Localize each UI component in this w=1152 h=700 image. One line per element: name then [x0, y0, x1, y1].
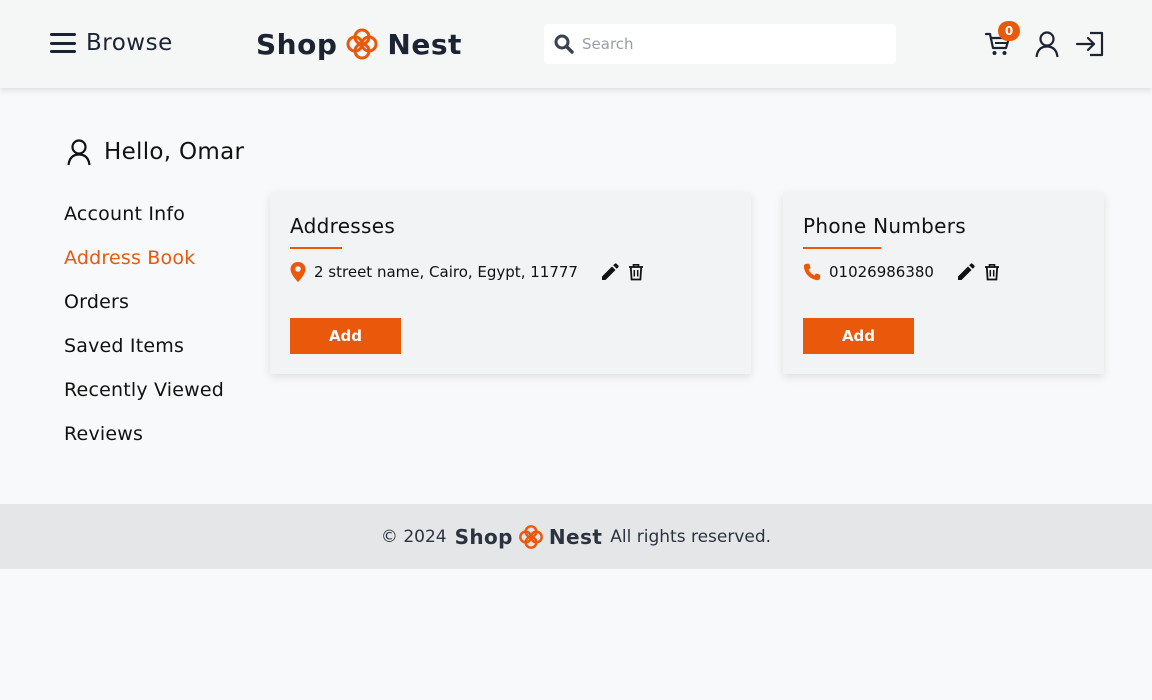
browse-label: Browse — [86, 30, 173, 56]
user-icon — [67, 139, 91, 166]
phone-icon — [803, 263, 821, 281]
search-bar — [544, 24, 896, 64]
logo-flower-icon — [346, 28, 378, 60]
logo-right-word: Nest — [387, 27, 462, 61]
top-header: Browse Shop Nest 0 — [0, 0, 1152, 88]
greeting-text: Hello, Omar — [104, 139, 245, 165]
pencil-icon — [601, 263, 619, 280]
add-phone-button[interactable]: Add — [803, 318, 914, 354]
title-underline — [803, 247, 881, 249]
cart-count-badge: 0 — [998, 21, 1020, 41]
rights-text: All rights reserved. — [610, 526, 772, 547]
phone-numbers-card: Phone Numbers 01026986380 Add — [783, 192, 1104, 374]
sidebar-item-orders[interactable]: Orders — [64, 288, 224, 332]
trash-icon — [628, 264, 643, 281]
logo[interactable]: Shop Nest — [256, 27, 462, 61]
footer-logo-left-word: Shop — [454, 524, 513, 549]
footer-logo-right-word: Nest — [548, 524, 603, 549]
address-text: 2 street name, Cairo, Egypt, 11777 — [314, 263, 578, 281]
trash-icon — [984, 264, 999, 281]
location-pin-icon — [290, 262, 306, 282]
search-icon[interactable] — [554, 34, 574, 54]
sidebar-item-reviews[interactable]: Reviews — [64, 420, 224, 464]
phone-text: 01026986380 — [829, 263, 934, 281]
delete-address-button[interactable] — [628, 263, 644, 281]
logo-left-word: Shop — [256, 27, 338, 61]
address-row: 2 street name, Cairo, Egypt, 11777 — [290, 262, 644, 282]
phone-row: 01026986380 — [803, 262, 1000, 282]
user-icon[interactable] — [1034, 30, 1060, 58]
sidebar-item-saved-items[interactable]: Saved Items — [64, 332, 224, 376]
sidebar-item-address-book[interactable]: Address Book — [64, 244, 224, 288]
search-input[interactable] — [582, 35, 882, 53]
copyright-text: © 2024 — [380, 526, 447, 547]
greeting: Hello, Omar — [66, 138, 244, 166]
add-address-button[interactable]: Add — [290, 318, 401, 354]
footer-logo[interactable]: Shop Nest — [455, 524, 603, 550]
sidebar-item-recently-viewed[interactable]: Recently Viewed — [64, 376, 224, 420]
title-underline — [290, 247, 342, 249]
addresses-card: Addresses 2 street name, Cairo, Egypt, 1… — [270, 192, 751, 374]
logo-flower-icon — [518, 524, 543, 549]
sidebar-item-account-info[interactable]: Account Info — [64, 200, 224, 244]
edit-phone-button[interactable] — [956, 262, 976, 282]
login-icon[interactable] — [1075, 31, 1105, 57]
account-sidebar: Account Info Address Book Orders Saved I… — [64, 200, 224, 464]
edit-address-button[interactable] — [600, 262, 620, 282]
menu-icon — [50, 33, 76, 53]
addresses-title: Addresses — [290, 214, 396, 238]
footer: © 2024 Shop Nest All rights reserved. — [0, 504, 1152, 569]
pencil-icon — [957, 263, 975, 280]
delete-phone-button[interactable] — [984, 263, 1000, 281]
phone-numbers-title: Phone Numbers — [803, 214, 966, 238]
browse-button[interactable]: Browse — [50, 30, 173, 56]
